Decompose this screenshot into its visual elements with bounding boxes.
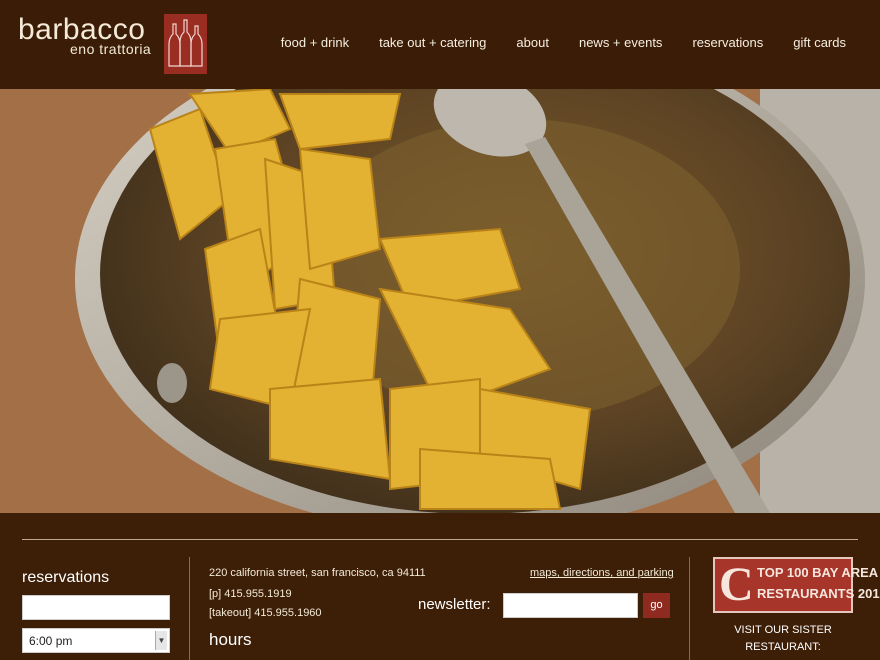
reservations-title: reservations [22, 569, 110, 586]
award-badge[interactable]: C TOP 100 BAY AREA RESTAURANTS 2015 [713, 557, 880, 613]
hero-image [0, 89, 880, 513]
takeout-phone-number: [takeout] 415.955.1960 [209, 607, 322, 619]
nav-about[interactable]: about [516, 35, 549, 50]
award-line-1: TOP 100 BAY AREA [757, 565, 879, 580]
nav-takeout-catering[interactable]: take out + catering [379, 35, 486, 50]
pasta-photo-icon [0, 89, 880, 513]
main-nav: food + drink take out + catering about n… [281, 35, 846, 50]
nav-gift-cards[interactable]: gift cards [793, 35, 846, 50]
address: 220 california street, san francisco, ca… [209, 567, 426, 579]
sister-restaurant-line-2: RESTAURANT: [745, 641, 821, 653]
chevron-down-icon[interactable]: ▼ [155, 631, 167, 650]
newsletter-email-input[interactable] [503, 593, 638, 618]
reservation-time-value: 6:00 pm [29, 634, 73, 648]
site-header: barbacco eno trattoria food + drink take… [0, 0, 880, 89]
divider [189, 557, 190, 660]
wine-bottles-icon [164, 14, 207, 74]
logo[interactable]: barbacco eno trattoria [18, 14, 218, 74]
newsletter-go-button[interactable]: go [643, 593, 670, 618]
site-footer: reservations 6:00 pm ▼ 220 california st… [0, 513, 880, 660]
logo-tagline: eno trattoria [70, 41, 152, 57]
divider [22, 539, 858, 540]
divider [689, 557, 690, 660]
nav-news-events[interactable]: news + events [579, 35, 662, 50]
nav-food-drink[interactable]: food + drink [281, 35, 349, 50]
hours-title: hours [209, 630, 252, 649]
newsletter-label: newsletter: [418, 596, 491, 613]
nav-reservations[interactable]: reservations [692, 35, 763, 50]
maps-link[interactable]: maps, directions, and parking [530, 567, 674, 579]
phone-number: [p] 415.955.1919 [209, 588, 292, 600]
sister-restaurant-line-1: VISIT OUR SISTER [734, 624, 832, 636]
chronicle-logo-icon: C [719, 558, 754, 611]
reservation-date-input[interactable] [22, 595, 170, 620]
reservation-time-select[interactable]: 6:00 pm ▼ [22, 628, 170, 653]
award-line-2: RESTAURANTS 2015 [757, 586, 880, 601]
